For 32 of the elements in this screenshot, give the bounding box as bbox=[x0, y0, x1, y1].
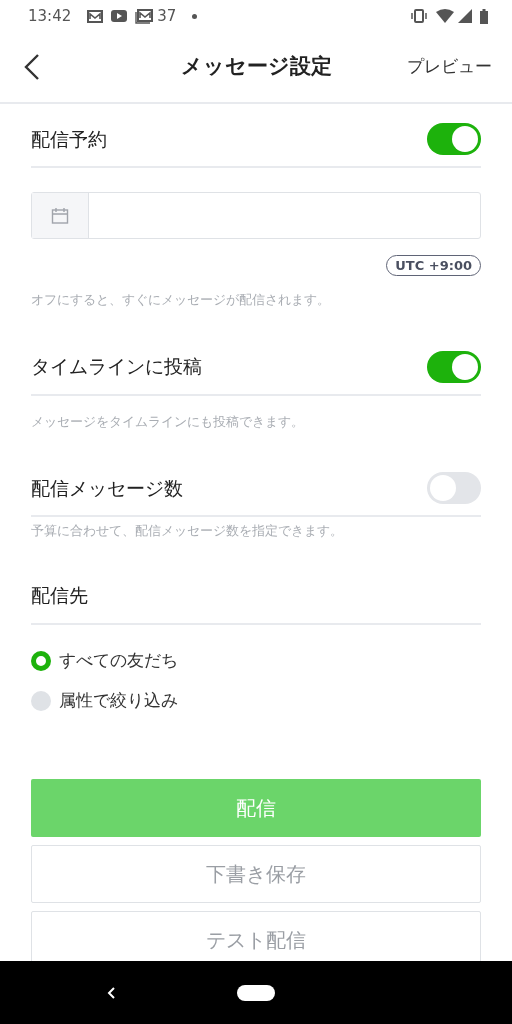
video-icon bbox=[111, 10, 128, 22]
dot-icon bbox=[192, 13, 198, 19]
toggle-switch[interactable] bbox=[427, 350, 481, 383]
toggle-switch[interactable] bbox=[427, 123, 481, 155]
battery-icon bbox=[480, 8, 488, 24]
hint-text: オフにすると、すぐにメッセージが配信されます。 bbox=[31, 291, 331, 309]
preview-link[interactable]: プレビュー bbox=[407, 54, 492, 80]
mail-icon bbox=[135, 8, 154, 24]
home-pill-icon[interactable] bbox=[237, 984, 275, 1001]
calendar-icon bbox=[51, 206, 69, 225]
back-icon[interactable] bbox=[24, 54, 40, 80]
setting-label: 配信予約 bbox=[31, 126, 107, 152]
option-label: すべての友だち bbox=[59, 648, 178, 672]
mail-icon bbox=[87, 9, 104, 23]
screen-title: メッセージ設定 bbox=[180, 53, 332, 81]
hint-text: 予算に合わせて、配信メッセージ数を指定できます。 bbox=[31, 522, 344, 540]
toggle-switch[interactable] bbox=[427, 472, 481, 504]
setting-label: タイムラインに投稿 bbox=[31, 354, 202, 380]
radio-button[interactable] bbox=[31, 650, 51, 671]
vibrate-icon bbox=[410, 9, 428, 23]
radio-button[interactable] bbox=[31, 690, 51, 711]
radio-option[interactable]: すべての友だち bbox=[31, 640, 481, 681]
notification-count: 37 bbox=[157, 5, 177, 27]
radio-option[interactable]: 属性で絞り込み bbox=[31, 680, 481, 721]
wifi-icon bbox=[436, 9, 454, 23]
option-label: 属性で絞り込み bbox=[59, 688, 178, 712]
signal-icon bbox=[458, 9, 472, 23]
status-time: 13:42 bbox=[28, 5, 72, 27]
hint-text: メッセージをタイムラインにも投稿できます。 bbox=[31, 412, 305, 431]
section-label: 配信先 bbox=[31, 583, 88, 609]
date-field[interactable] bbox=[31, 192, 481, 239]
setting-label: 配信メッセージ数 bbox=[31, 475, 183, 501]
